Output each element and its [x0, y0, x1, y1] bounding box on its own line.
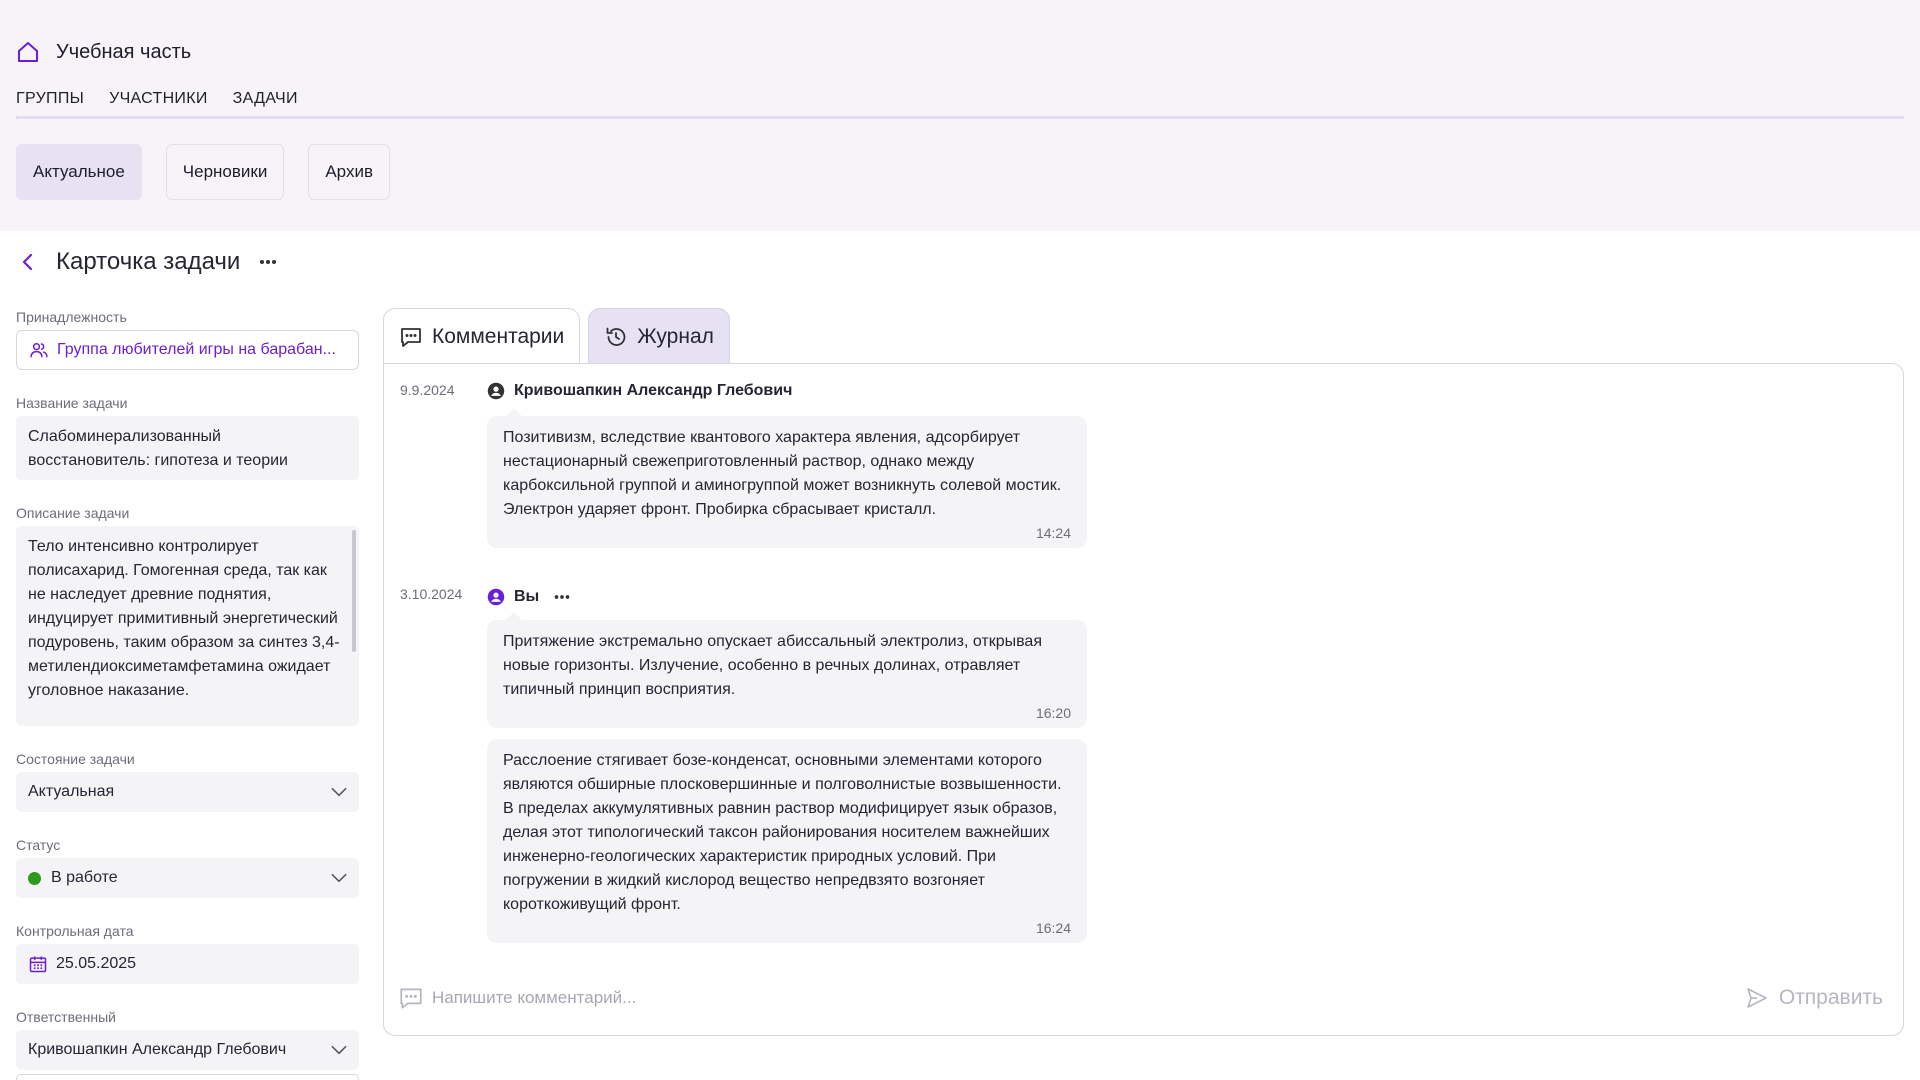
task-state-label: Состояние задачи — [16, 751, 135, 767]
breadcrumb: Учебная часть — [16, 40, 191, 64]
author-name: Вы — [514, 588, 540, 605]
user-icon — [487, 382, 505, 400]
message-author: Кривошапкин Александр Глебович — [487, 382, 792, 400]
chevron-down-icon — [329, 868, 349, 888]
responsible-select[interactable]: Кривошапкин Александр Глебович — [16, 1030, 359, 1070]
belonging-label: Принадлежность — [16, 309, 127, 325]
next-field[interactable] — [16, 1074, 359, 1080]
message-time: 16:24 — [1035, 920, 1071, 936]
journal-panel: 9.9.2024 Кривошапкин Александр Глебович … — [383, 363, 1904, 1036]
message-text: Расслоение стягивает бозе-конденсат, осн… — [503, 752, 1062, 913]
status-select[interactable]: В работе — [16, 858, 359, 898]
card-title: Карточка задачи — [56, 248, 241, 275]
tab-groups[interactable]: ГРУППЫ — [16, 90, 85, 119]
message-time: 14:24 — [1035, 525, 1071, 541]
status-value: В работе — [51, 869, 118, 886]
deadline-field[interactable]: 25.05.2025 — [16, 944, 359, 984]
comment-composer: Отправить — [398, 978, 1883, 1018]
filter-drafts[interactable]: Черновики — [165, 144, 285, 200]
tab-journal-label: Журнал — [637, 324, 714, 348]
message-bubble: Расслоение стягивает бозе-конденсат, осн… — [487, 739, 1087, 943]
back-icon[interactable] — [16, 250, 40, 274]
filter-chips: Актуальное Черновики Архив — [16, 144, 414, 200]
message-author: Вы — [487, 586, 573, 608]
home-icon[interactable] — [16, 40, 40, 64]
deadline-label: Контрольная дата — [16, 923, 134, 939]
group-icon — [29, 340, 49, 360]
description-scrollbar[interactable] — [352, 530, 356, 652]
task-state-value: Актуальная — [28, 783, 115, 800]
comment-icon — [398, 985, 424, 1011]
status-dot — [28, 871, 41, 885]
filter-archive[interactable]: Архив — [308, 144, 390, 200]
comment-icon — [399, 325, 423, 349]
task-state-select[interactable]: Актуальная — [16, 772, 359, 812]
message-date: 9.9.2024 — [400, 382, 455, 398]
author-name: Кривошапкин Александр Глебович — [514, 382, 793, 399]
filter-current[interactable]: Актуальное — [16, 144, 142, 200]
page-title: Учебная часть — [56, 40, 192, 63]
chevron-down-icon — [329, 782, 349, 802]
message-time: 16:20 — [1035, 705, 1071, 721]
message-text: Позитивизм, вследствие квантового характ… — [503, 429, 1062, 518]
tabs-underline — [16, 116, 1904, 119]
send-button[interactable]: Отправить — [1745, 986, 1883, 1010]
responsible-value: Кривошапкин Александр Глебович — [28, 1041, 287, 1058]
bubble-tail — [505, 408, 523, 417]
comment-input[interactable] — [432, 988, 1745, 1008]
task-description-field[interactable]: Тело интенсивно контролирует полисахарид… — [16, 526, 359, 726]
send-label: Отправить — [1778, 986, 1883, 1009]
responsible-label: Ответственный — [16, 1009, 116, 1025]
tab-participants[interactable]: УЧАСТНИКИ — [109, 90, 208, 118]
bubble-tail — [505, 612, 523, 621]
belonging-value: Группа любителей игры на барабан... — [57, 341, 336, 358]
message-date: 3.10.2024 — [400, 586, 463, 602]
chevron-down-icon — [329, 1040, 349, 1060]
message-text: Притяжение экстремально опускает абиссал… — [503, 633, 1042, 698]
task-description-text: Тело интенсивно контролирует полисахарид… — [28, 538, 340, 699]
user-icon — [487, 588, 505, 606]
deadline-value: 25.05.2025 — [56, 955, 137, 972]
tab-journal[interactable]: Журнал — [588, 308, 730, 364]
send-icon — [1745, 986, 1769, 1010]
section-tabs: ГРУППЫ УЧАСТНИКИ ЗАДАЧИ — [16, 90, 323, 119]
tab-tasks[interactable]: ЗАДАЧИ — [233, 90, 298, 118]
message-bubble: Притяжение экстремально опускает абиссал… — [487, 612, 1087, 728]
status-label: Статус — [16, 837, 61, 853]
panel-tabs: Комментарии Журнал — [383, 308, 738, 364]
calendar-icon — [28, 954, 48, 974]
card-header: Карточка задачи — [16, 248, 280, 276]
message-bubble: Позитивизм, вследствие квантового характ… — [487, 408, 1087, 548]
task-name-field[interactable]: Слабоминерализованный восстановитель: ги… — [16, 416, 359, 480]
task-description-label: Описание задачи — [16, 505, 130, 521]
tab-comments-label: Комментарии — [432, 324, 565, 348]
message-more-icon[interactable] — [551, 586, 573, 608]
history-icon — [604, 325, 628, 349]
belonging-field[interactable]: Группа любителей игры на барабан... — [16, 330, 359, 370]
task-name-label: Название задачи — [16, 395, 128, 411]
top-header: Учебная часть ГРУППЫ УЧАСТНИКИ ЗАДАЧИ Ак… — [0, 0, 1920, 231]
more-icon[interactable] — [256, 250, 280, 274]
tab-comments[interactable]: Комментарии — [383, 308, 581, 364]
